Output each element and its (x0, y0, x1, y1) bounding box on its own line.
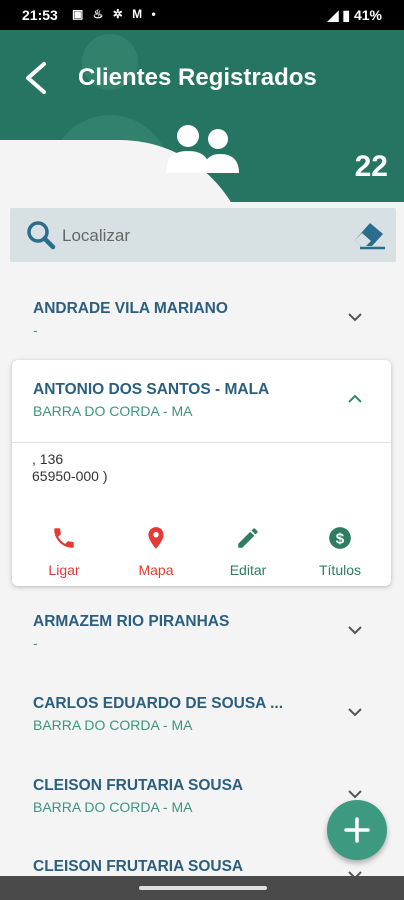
client-city: BARRA DO CORDA - MA (33, 799, 193, 815)
page-title: Clientes Registrados (78, 64, 317, 91)
search-input[interactable] (60, 222, 344, 250)
map-label: Mapa (138, 562, 174, 578)
client-list-item[interactable]: CARLOS EDUARDO DE SOUSA ... BARRA DO COR… (33, 695, 363, 733)
chevron-down-icon[interactable] (347, 707, 363, 717)
client-list-item[interactable]: ARMAZEM RIO PIRANHAS - (33, 613, 363, 651)
client-name: CARLOS EDUARDO DE SOUSA ... (33, 695, 284, 712)
chevron-down-icon[interactable] (347, 625, 363, 635)
home-gesture-handle[interactable] (139, 886, 267, 890)
users-icon (166, 125, 239, 173)
arrow-back-icon (26, 62, 46, 94)
back-button[interactable] (22, 60, 52, 96)
plus-icon (344, 817, 370, 843)
client-city: - (33, 322, 38, 338)
titles-label: Títulos (318, 562, 361, 578)
client-count: 22 (354, 150, 388, 183)
map-button[interactable]: Mapa (116, 525, 196, 578)
search-bar (10, 208, 396, 262)
expanded-client-card: ANTONIO DOS SANTOS - MALA BARRA DO CORDA… (12, 360, 391, 586)
eraser-icon[interactable] (352, 220, 386, 250)
client-city: - (33, 635, 38, 651)
svg-text:$: $ (336, 530, 345, 547)
address-line: 65950-000 ) (32, 468, 108, 484)
pencil-icon (238, 528, 258, 548)
client-list-item[interactable]: CLEISON FRUTARIA SOUSA BARRA DO CORDA - … (33, 777, 363, 815)
edit-button[interactable]: Editar (208, 525, 288, 578)
chevron-down-icon[interactable] (347, 312, 363, 322)
client-list-item[interactable]: CLEISON FRUTARIA SOUSA (33, 858, 363, 880)
client-list-item-expanded[interactable]: ANTONIO DOS SANTOS - MALA BARRA DO CORDA… (33, 381, 363, 419)
add-client-button[interactable] (327, 800, 387, 860)
client-name: CLEISON FRUTARIA SOUSA (33, 777, 244, 794)
header: Clientes Registrados 22 (0, 30, 404, 202)
address-line: , 136 (32, 451, 64, 467)
signal-battery-indicator: ◢ ▮ 41% (327, 7, 382, 23)
phone-icon (54, 528, 74, 548)
client-address: , 136 65950-000 ) (32, 451, 108, 485)
client-name: ANTONIO DOS SANTOS - MALA (33, 381, 270, 398)
notification-icons: ▣ ♨ ✲ M • (72, 7, 159, 21)
status-time: 21:53 (22, 7, 58, 23)
client-list-item[interactable]: ANDRADE VILA MARIANO - (33, 300, 363, 338)
status-bar: 21:53 ▣ ♨ ✲ M • ◢ ▮ 41% (0, 0, 404, 30)
client-name: CLEISON FRUTARIA SOUSA (33, 858, 244, 875)
system-nav-bar (0, 876, 404, 900)
call-button[interactable]: Ligar (24, 525, 104, 578)
chevron-up-icon[interactable] (347, 394, 363, 404)
call-label: Ligar (48, 562, 80, 578)
map-pin-icon (148, 527, 164, 549)
search-icon (27, 221, 56, 250)
dollar-circle-icon: $ (329, 527, 351, 549)
client-city: BARRA DO CORDA - MA (33, 717, 193, 733)
client-city: BARRA DO CORDA - MA (33, 403, 193, 419)
client-name: ANDRADE VILA MARIANO (33, 300, 228, 317)
edit-label: Editar (229, 562, 267, 578)
client-name: ARMAZEM RIO PIRANHAS (33, 613, 230, 630)
titles-button[interactable]: $ Títulos (300, 525, 380, 578)
chevron-down-icon[interactable] (347, 789, 363, 799)
card-divider (12, 442, 391, 443)
